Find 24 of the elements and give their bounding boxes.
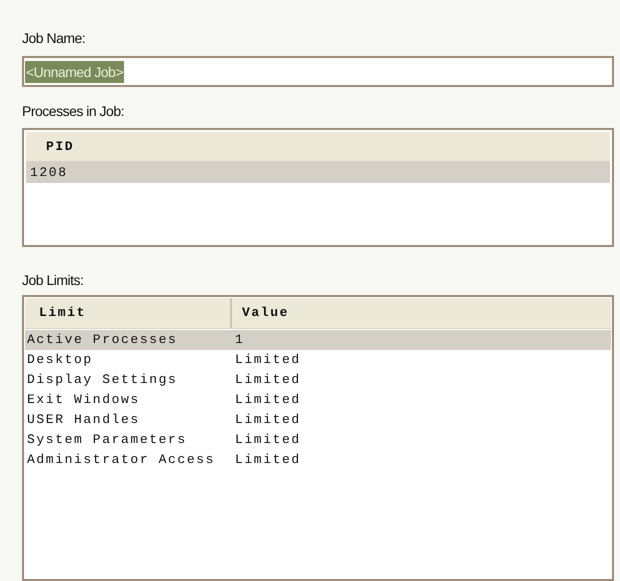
column-header[interactable]: Value (232, 303, 290, 323)
section-label: Job Limits: (22, 271, 84, 290)
list-cell-text: Exit Windows (26, 391, 140, 410)
list-cell-text: Limited (234, 431, 301, 450)
list-cell-text: Desktop (26, 351, 93, 370)
list-cell-text: 1 (234, 331, 244, 350)
list-cell-text: Limited (234, 411, 301, 430)
list-row[interactable]: 1208 (26, 162, 610, 183)
column-header[interactable]: Limit (25, 303, 86, 323)
list-cell-text: USER Handles (26, 411, 140, 430)
list-row[interactable]: Active Processes 1 (25, 330, 611, 350)
list-cell-text: Active Processes (26, 331, 178, 350)
list-cell-text: 1208 (29, 164, 68, 182)
field-label: Job Name: (22, 29, 86, 48)
list-cell-text: Limited (234, 451, 301, 470)
list-cell-text: Limited (234, 371, 301, 390)
field-value: <Unnamed Job> (25, 60, 124, 82)
list-cell-text: Administrator Access (26, 451, 216, 470)
section-label: Processes in Job: (22, 102, 124, 121)
column-header[interactable]: PID (26, 136, 74, 156)
list-cell-text: Display Settings (26, 371, 178, 390)
list-cell-text: Limited (234, 351, 301, 370)
list-cell-text: System Parameters (26, 431, 187, 450)
list-cell-text: Limited (234, 391, 301, 410)
